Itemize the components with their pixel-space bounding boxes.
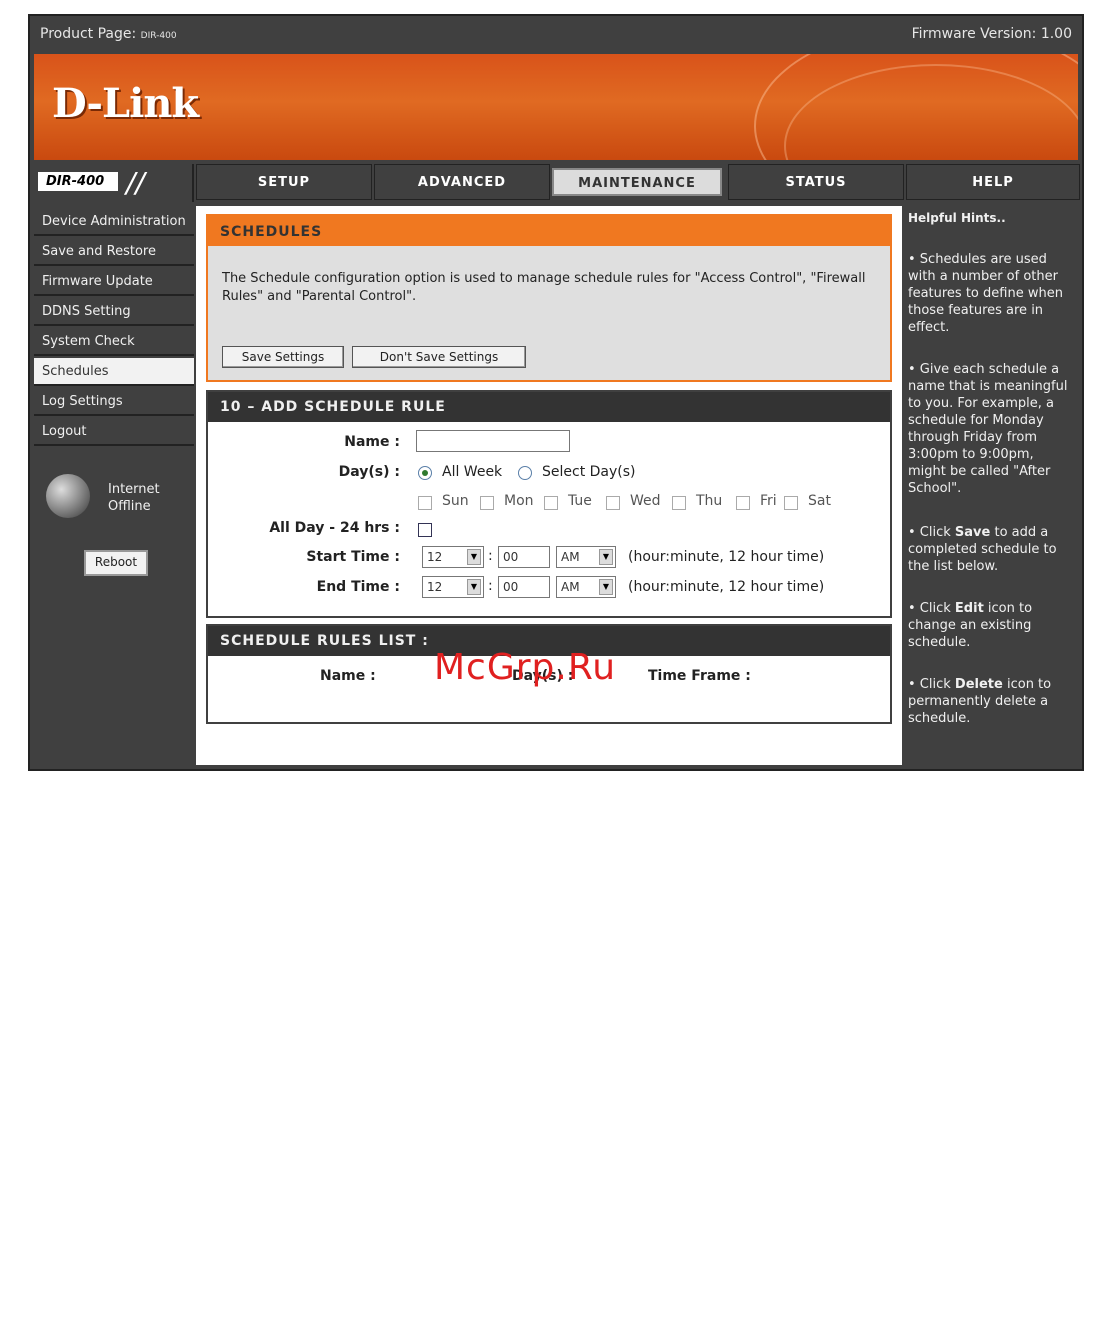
tab-status[interactable]: STATUS	[728, 164, 904, 200]
end-time-colon: :	[488, 578, 493, 594]
tab-maintenance[interactable]: MAINTENANCE	[552, 168, 722, 196]
tab-help[interactable]: HELP	[906, 164, 1080, 200]
sidebar: Device Administration Save and Restore F…	[34, 206, 194, 765]
end-ampm-select[interactable]: AM ▼	[556, 576, 616, 598]
slashes-decoration: //	[126, 166, 145, 199]
schedules-description: The Schedule configuration option is use…	[222, 271, 866, 304]
dont-save-settings-button[interactable]: Don't Save Settings	[352, 346, 526, 368]
sidebar-item-schedules[interactable]: Schedules	[34, 358, 194, 386]
start-time-hint: (hour:minute, 12 hour time)	[628, 549, 825, 565]
sidebar-item-save-restore[interactable]: Save and Restore	[34, 238, 194, 266]
all-week-radio[interactable]	[418, 466, 432, 480]
chevron-down-icon: ▼	[467, 549, 481, 565]
help-title: Helpful Hints..	[908, 211, 1006, 225]
days-label: Day(s) :	[338, 464, 400, 480]
day-wed-label: Wed	[630, 493, 661, 509]
chevron-down-icon: ▼	[467, 579, 481, 595]
firmware-version: Firmware Version: 1.00	[911, 26, 1072, 42]
schedules-title: SCHEDULES	[208, 216, 890, 246]
day-fri-checkbox[interactable]	[736, 496, 750, 510]
product-model: DIR-400	[140, 31, 177, 41]
schedules-panel: SCHEDULES The Schedule configuration opt…	[206, 214, 892, 382]
day-wed-checkbox[interactable]	[606, 496, 620, 510]
start-ampm-select[interactable]: AM ▼	[556, 546, 616, 568]
watermark-text: McGrp.Ru	[434, 647, 617, 688]
day-sat-label: Sat	[808, 493, 831, 509]
nav-row: DIR-400 // SETUP ADVANCED MAINTENANCE ST…	[30, 164, 1082, 202]
sidebar-item-ddns-setting[interactable]: DDNS Setting	[34, 298, 194, 326]
day-sun-label: Sun	[442, 493, 469, 509]
all-day-label: All Day - 24 hrs :	[269, 520, 400, 536]
internet-label: Internet	[108, 482, 160, 497]
add-schedule-rule-panel: 10 – ADD SCHEDULE RULE Name : Day(s) : A…	[206, 390, 892, 618]
day-fri-label: Fri	[760, 493, 777, 509]
all-week-label: All Week	[442, 464, 503, 480]
brand-banner: D-Link	[34, 54, 1078, 160]
all-day-checkbox[interactable]	[418, 523, 432, 537]
help-panel: Helpful Hints.. • Schedules are used wit…	[904, 206, 1080, 765]
rules-col-time-frame: Time Frame :	[648, 668, 751, 684]
start-hour-select[interactable]: 12 ▼	[422, 546, 484, 568]
select-days-radio[interactable]	[518, 466, 532, 480]
chevron-down-icon: ▼	[599, 549, 613, 565]
help-hint-schedules: • Schedules are used with a number of ot…	[908, 252, 1063, 335]
internet-globe-icon	[46, 474, 90, 518]
help-hint-save: • Click Save to add a completed schedule…	[908, 525, 1057, 574]
schedule-name-input[interactable]	[416, 430, 570, 452]
end-hour-select[interactable]: 12 ▼	[422, 576, 484, 598]
end-time-label: End Time :	[316, 579, 400, 595]
help-hint-name: • Give each schedule a name that is mean…	[908, 362, 1068, 496]
day-sun-checkbox[interactable]	[418, 496, 432, 510]
start-minute-input[interactable]: 00	[498, 546, 550, 568]
name-label: Name :	[344, 434, 400, 450]
start-time-label: Start Time :	[306, 549, 400, 565]
product-page-label: Product Page: DIR-400	[40, 26, 177, 42]
day-mon-label: Mon	[504, 493, 534, 509]
select-days-label: Select Day(s)	[542, 464, 636, 480]
sidebar-item-logout[interactable]: Logout	[34, 418, 194, 446]
model-badge: DIR-400 //	[34, 164, 194, 202]
add-rule-title: 10 – ADD SCHEDULE RULE	[208, 392, 890, 422]
tab-advanced[interactable]: ADVANCED	[374, 164, 550, 200]
day-tue-checkbox[interactable]	[544, 496, 558, 510]
day-sat-checkbox[interactable]	[784, 496, 798, 510]
chevron-down-icon: ▼	[599, 579, 613, 595]
sidebar-item-log-settings[interactable]: Log Settings	[34, 388, 194, 416]
sidebar-item-system-check[interactable]: System Check	[34, 328, 194, 356]
day-thu-checkbox[interactable]	[672, 496, 686, 510]
tab-setup[interactable]: SETUP	[196, 164, 372, 200]
internet-status: Internet Offline	[108, 481, 160, 515]
reboot-button[interactable]: Reboot	[84, 550, 148, 576]
help-hint-edit: • Click Edit icon to change an existing …	[908, 601, 1033, 650]
sidebar-item-device-administration[interactable]: Device Administration	[34, 208, 194, 236]
help-hint-delete: • Click Delete icon to permanently delet…	[908, 677, 1052, 726]
day-mon-checkbox[interactable]	[480, 496, 494, 510]
sidebar-item-firmware-update[interactable]: Firmware Update	[34, 268, 194, 296]
internet-state: Offline	[108, 499, 151, 514]
start-time-colon: :	[488, 548, 493, 564]
end-time-hint: (hour:minute, 12 hour time)	[628, 579, 825, 595]
save-settings-button[interactable]: Save Settings	[222, 346, 344, 368]
rules-col-name: Name :	[320, 668, 376, 684]
end-minute-input[interactable]: 00	[498, 576, 550, 598]
day-tue-label: Tue	[568, 493, 592, 509]
model-tag: DIR-400	[38, 172, 119, 191]
dlink-logo: D-Link	[52, 80, 199, 127]
top-bar: Product Page: DIR-400 Firmware Version: …	[30, 16, 1082, 54]
day-thu-label: Thu	[696, 493, 723, 509]
